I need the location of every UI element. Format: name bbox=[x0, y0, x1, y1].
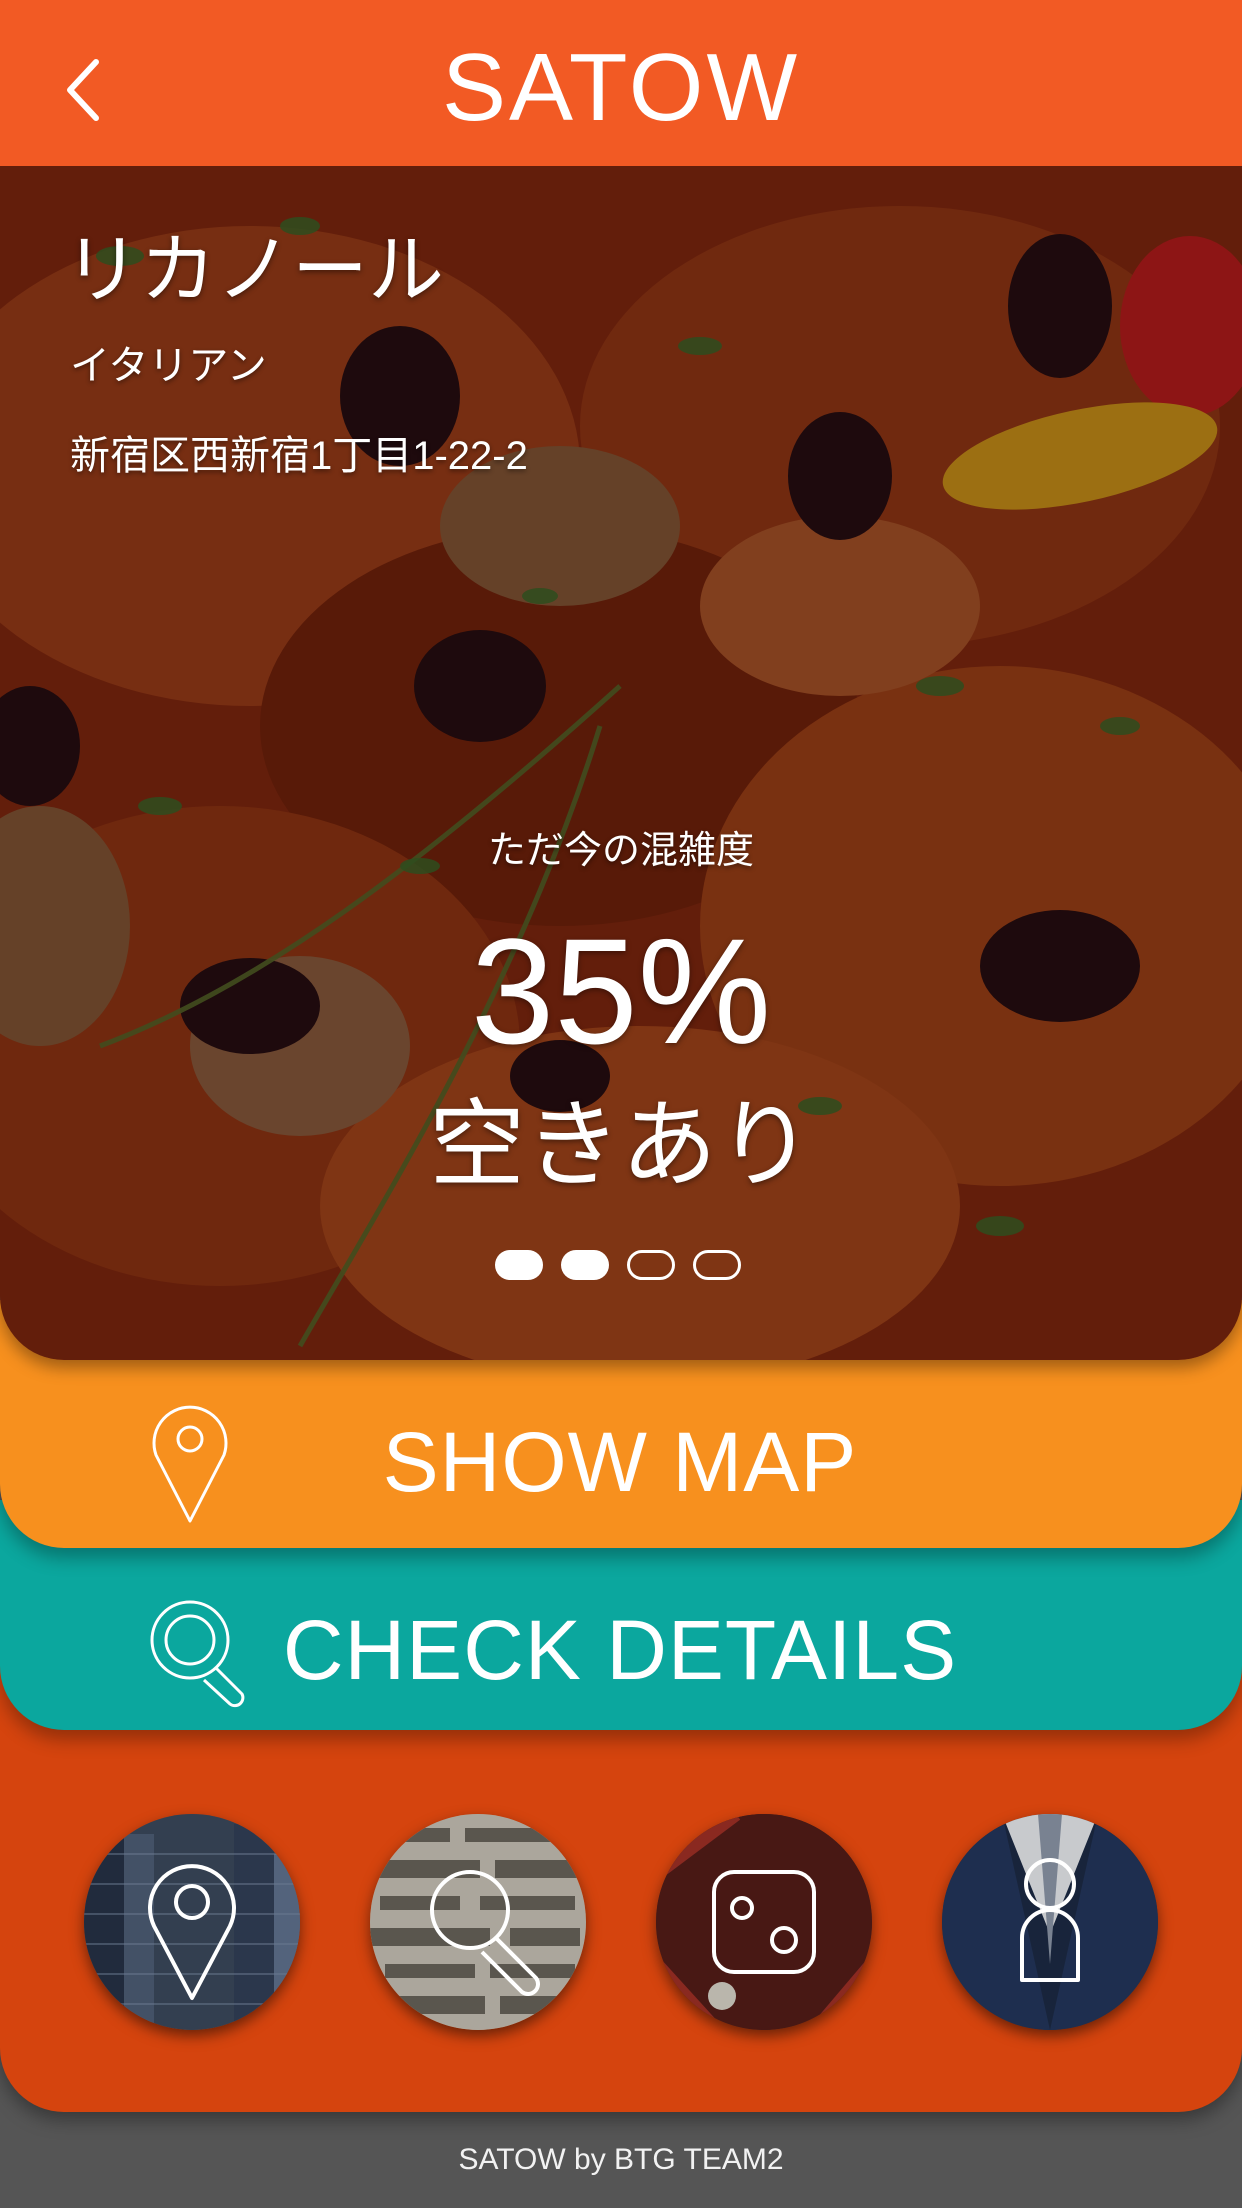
crowd-caption: ただ今の混雑度 bbox=[487, 830, 754, 872]
user-icon bbox=[942, 1814, 1158, 2030]
nav-instagram-button[interactable] bbox=[656, 1814, 872, 2030]
check-details-label: CHECK DETAILS bbox=[282, 1603, 958, 1697]
restaurant-hero[interactable]: リカノール イタリアン 新宿区西新宿1丁目1-22-2 ただ今の混雑度 35% … bbox=[0, 166, 1242, 1360]
show-map-label: SHOW MAP bbox=[382, 1415, 858, 1509]
nav-profile-button[interactable] bbox=[942, 1814, 1158, 2030]
crowd-status: 空きあり bbox=[429, 1092, 813, 1199]
map-pin-icon bbox=[152, 1405, 228, 1523]
app-header: SATOW bbox=[0, 0, 1242, 166]
page-dot-3[interactable] bbox=[627, 1250, 675, 1280]
page-dot-2[interactable] bbox=[561, 1250, 609, 1280]
nav-search-button[interactable] bbox=[370, 1814, 586, 2030]
search-icon bbox=[370, 1814, 586, 2030]
nav-map-button[interactable] bbox=[84, 1814, 300, 2030]
page-dot-4[interactable] bbox=[693, 1250, 741, 1280]
instagram-icon bbox=[656, 1814, 872, 2030]
footer-credit: SATOW by BTG TEAM2 bbox=[458, 2143, 784, 2176]
restaurant-genre: イタリアン bbox=[70, 344, 267, 388]
app-title: SATOW bbox=[441, 34, 801, 141]
restaurant-name: リカノール bbox=[64, 228, 444, 313]
map-pin-icon bbox=[84, 1814, 300, 2030]
restaurant-address: 新宿区西新宿1丁目1-22-2 bbox=[70, 434, 528, 478]
app-screen: SATOW by BTG TEAM2 CHECK DETAILS SHOW MA… bbox=[0, 0, 1242, 2208]
page-indicator[interactable] bbox=[495, 1250, 755, 1286]
page-dot-1[interactable] bbox=[495, 1250, 543, 1280]
crowd-percentage: 35% bbox=[470, 907, 772, 1075]
